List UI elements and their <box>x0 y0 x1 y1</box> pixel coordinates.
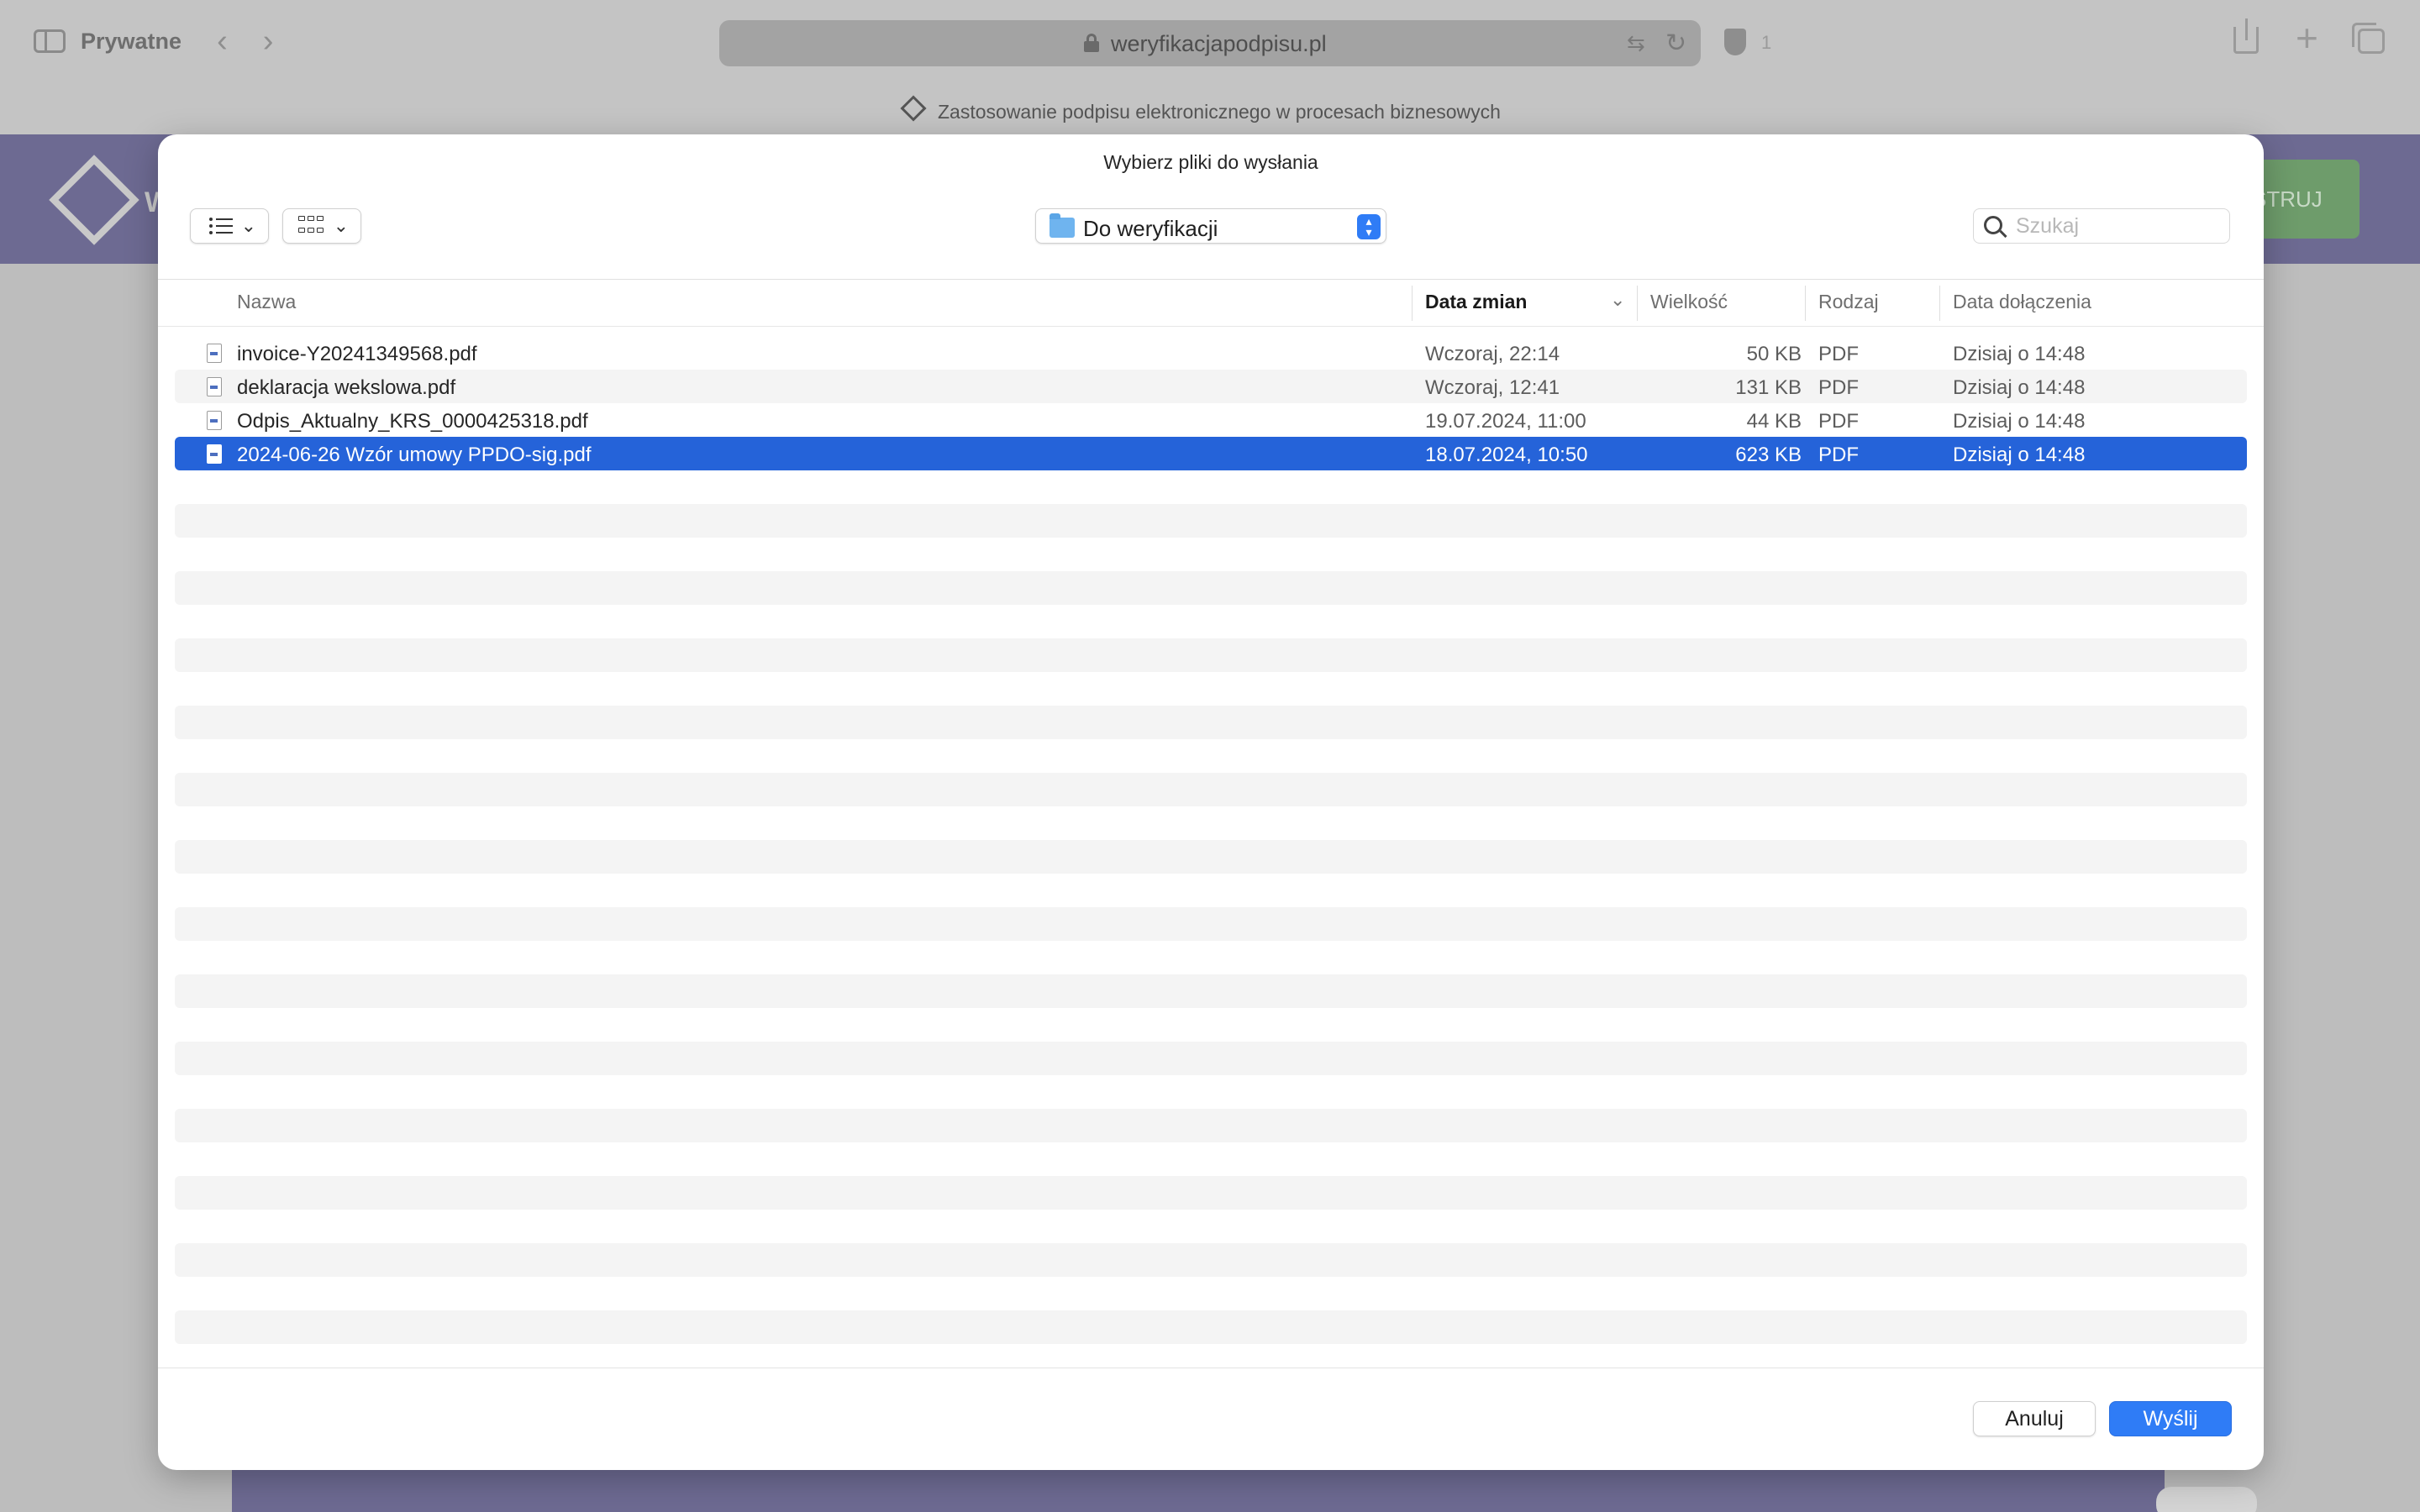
search-field[interactable] <box>1973 208 2230 244</box>
page-content-block <box>232 1470 2165 1512</box>
file-name: deklaracja wekslowa.pdf <box>237 376 456 399</box>
tab-overview-icon[interactable] <box>2352 23 2385 54</box>
empty-row <box>175 706 2247 739</box>
chevron-down-icon: ⌄ <box>240 215 256 236</box>
empty-row <box>175 638 2247 672</box>
tab-bar: Zastosowanie podpisu elektronicznego w p… <box>0 91 2420 134</box>
file-row[interactable]: Odpis_Aktualny_KRS_0000425318.pdf 19.07.… <box>175 403 2247 437</box>
grid-view-icon <box>298 216 324 236</box>
reload-icon[interactable]: ↻ <box>1665 29 1686 58</box>
file-row[interactable]: invoice-Y20241349568.pdf Wczoraj, 22:14 … <box>175 336 2247 370</box>
search-input[interactable] <box>2016 213 2217 239</box>
pdf-file-icon <box>207 411 222 430</box>
file-open-dialog: Wybierz pliki do wysłania ⌄ ⌄ Do weryfik… <box>158 134 2264 1470</box>
tab-title[interactable]: Zastosowanie podpisu elektronicznego w p… <box>938 101 1501 123</box>
empty-row <box>175 840 2247 874</box>
private-mode-label[interactable]: Prywatne <box>81 29 182 55</box>
empty-row <box>175 1176 2247 1210</box>
column-header-size[interactable]: Wielkość <box>1650 291 1728 321</box>
address-text: weryfikacjapodpisu.pl <box>1111 31 1327 56</box>
file-size: 623 KB <box>1735 444 1802 466</box>
empty-row <box>175 571 2247 605</box>
file-size: 44 KB <box>1746 410 1802 433</box>
dialog-title: Wybierz pliki do wysłania <box>1103 151 1318 173</box>
file-added: Dzisiaj o 14:48 <box>1953 376 2086 399</box>
location-popup[interactable]: Do weryfikacji ▴ ▾ <box>1035 208 1386 244</box>
file-kind: PDF <box>1818 343 1859 365</box>
empty-row <box>175 907 2247 941</box>
search-icon <box>1984 216 2002 234</box>
empty-row <box>175 1243 2247 1277</box>
empty-row <box>175 1109 2247 1142</box>
column-header-added[interactable]: Data dołączenia <box>1953 291 2091 321</box>
site-logo-icon <box>49 155 139 245</box>
toolbar-left-group: Prywatne ‹ › <box>34 25 273 57</box>
empty-row <box>175 504 2247 538</box>
file-row[interactable]: deklaracja wekslowa.pdf Wczoraj, 12:41 1… <box>175 370 2247 403</box>
empty-zebra-rows <box>175 504 2247 1378</box>
file-size: 131 KB <box>1735 376 1802 399</box>
address-bar[interactable]: weryfikacjapodpisu.pl ⇆ ↻ <box>719 20 1701 66</box>
empty-row <box>175 1310 2247 1344</box>
page-corner-widget <box>2156 1487 2257 1512</box>
column-separator[interactable] <box>1939 286 1940 321</box>
file-added: Dzisiaj o 14:48 <box>1953 343 2086 365</box>
chevron-down-icon: ⌄ <box>333 215 349 236</box>
folder-icon <box>1050 213 1075 238</box>
file-size: 50 KB <box>1746 343 1802 365</box>
new-tab-icon[interactable]: + <box>2296 18 2318 57</box>
back-arrow-icon[interactable]: ‹ <box>217 25 228 57</box>
file-name: 2024-06-26 Wzór umowy PPDO-sig.pdf <box>237 444 592 466</box>
column-header-kind[interactable]: Rodzaj <box>1818 291 1879 321</box>
column-header-top-divider <box>158 279 2264 280</box>
tracker-count: 1 <box>1761 32 1772 53</box>
forward-arrow-icon[interactable]: › <box>263 25 274 57</box>
empty-row <box>175 1042 2247 1075</box>
pdf-file-icon <box>207 344 222 363</box>
file-added: Dzisiaj o 14:48 <box>1953 410 2086 433</box>
group-view-button[interactable]: ⌄ <box>282 208 361 244</box>
file-modified: Wczoraj, 12:41 <box>1425 376 1560 399</box>
site-favicon-icon <box>900 95 927 122</box>
list-view-icon <box>209 218 233 234</box>
empty-row <box>175 974 2247 1008</box>
file-modified: Wczoraj, 22:14 <box>1425 343 1560 365</box>
cancel-button[interactable]: Anuluj <box>1973 1401 2096 1436</box>
privacy-shield-icon[interactable] <box>1724 29 1746 55</box>
lock-icon <box>1084 34 1099 52</box>
file-row-selected[interactable]: 2024-06-26 Wzór umowy PPDO-sig.pdf 18.07… <box>175 437 2247 470</box>
popup-stepper-icon: ▴ ▾ <box>1357 214 1381 239</box>
column-header-bottom-divider <box>158 326 2264 327</box>
column-separator[interactable] <box>1412 286 1413 321</box>
share-icon[interactable] <box>2233 18 2259 54</box>
list-view-button[interactable]: ⌄ <box>190 208 269 244</box>
file-kind: PDF <box>1818 410 1859 433</box>
file-modified: 19.07.2024, 11:00 <box>1425 410 1586 433</box>
file-list: invoice-Y20241349568.pdf Wczoraj, 22:14 … <box>175 336 2247 470</box>
file-name: invoice-Y20241349568.pdf <box>237 343 477 365</box>
file-added: Dzisiaj o 14:48 <box>1953 444 2086 466</box>
send-button[interactable]: Wyślij <box>2109 1401 2232 1436</box>
pdf-file-icon <box>207 444 222 464</box>
column-separator[interactable] <box>1637 286 1638 321</box>
file-kind: PDF <box>1818 444 1859 466</box>
translate-icon[interactable]: ⇆ <box>1627 30 1645 56</box>
current-folder-label: Do weryfikacji <box>1083 216 1218 241</box>
column-header-name[interactable]: Nazwa <box>237 291 296 321</box>
browser-toolbar: Prywatne ‹ › weryfikacjapodpisu.pl ⇆ ↻ 1… <box>0 0 2420 134</box>
file-kind: PDF <box>1818 376 1859 399</box>
file-modified: 18.07.2024, 10:50 <box>1425 444 1588 466</box>
file-name: Odpis_Aktualny_KRS_0000425318.pdf <box>237 410 588 433</box>
empty-row <box>175 773 2247 806</box>
pdf-file-icon <box>207 377 222 396</box>
column-separator[interactable] <box>1805 286 1806 321</box>
sort-descending-icon: ⌄ <box>1610 289 1626 310</box>
sidebar-toggle-icon[interactable] <box>34 29 66 53</box>
column-header-modified[interactable]: Data zmian <box>1425 291 1527 321</box>
